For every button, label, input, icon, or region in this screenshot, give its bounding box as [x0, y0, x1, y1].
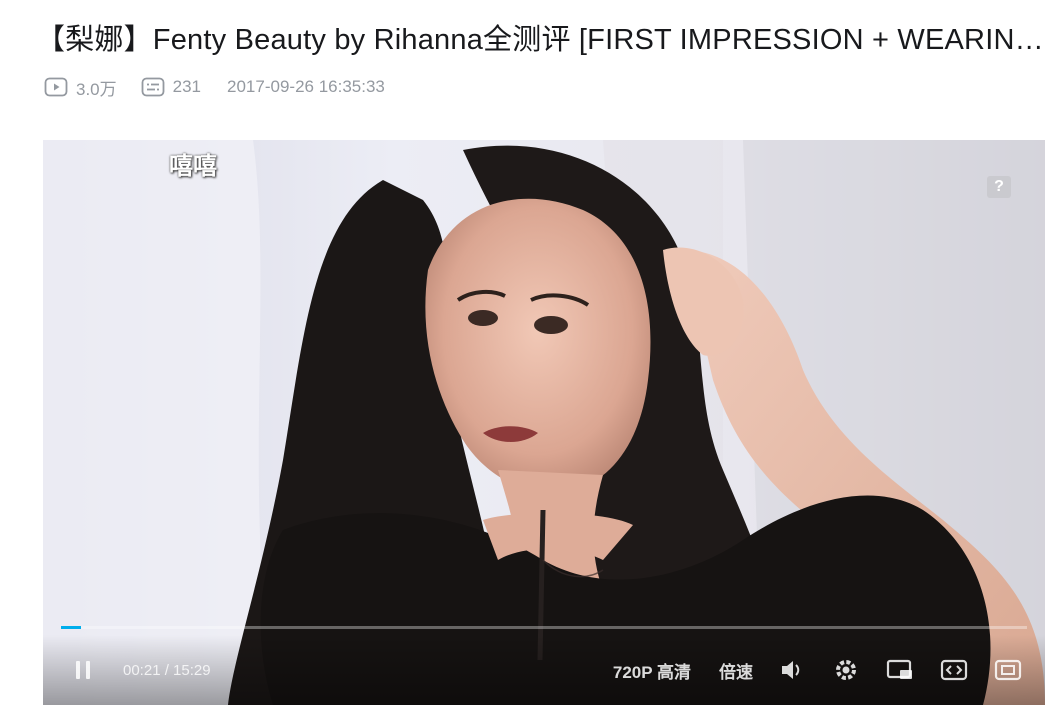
play-count-icon — [44, 77, 68, 97]
video-frame — [43, 140, 1045, 705]
pip-button[interactable] — [885, 655, 915, 685]
danmaku-bullet: 嘻嘻 — [169, 153, 217, 180]
settings-button[interactable] — [831, 655, 861, 685]
widescreen-icon — [940, 659, 968, 681]
danmaku-count: 231 — [141, 77, 201, 97]
fullscreen-icon — [994, 659, 1022, 681]
player-controls: 00:21 / 15:29 720P 高清 倍速 — [43, 635, 1045, 705]
speed-selector[interactable]: 倍速 — [719, 658, 753, 683]
gear-icon — [836, 660, 856, 680]
danmaku-count-value: 231 — [172, 77, 202, 96]
widescreen-button[interactable] — [939, 655, 969, 685]
video-title: 【梨娜】Fenty Beauty by Rihanna全测评 [FIRST IM… — [36, 24, 1044, 56]
publish-date: 2017-09-26 16:35:33 — [227, 77, 385, 96]
pause-button[interactable] — [65, 652, 101, 688]
fullscreen-button[interactable] — [993, 655, 1023, 685]
video-player[interactable]: 嘻嘻 ? 00:21 / 15:29 720P 高清 倍速 — [43, 140, 1045, 705]
view-count: 3.0万 — [44, 75, 117, 100]
progress-bar[interactable] — [61, 626, 1027, 629]
pause-icon — [76, 661, 90, 679]
view-count-value: 3.0万 — [76, 79, 117, 99]
danmaku-count-icon — [141, 77, 165, 97]
help-button[interactable]: ? — [987, 176, 1011, 198]
volume-button[interactable] — [777, 655, 807, 685]
time-display: 00:21 / 15:29 — [123, 661, 211, 679]
video-meta: 3.0万 231 2017-09-26 16:35:33 — [44, 72, 385, 102]
progress-fill — [61, 626, 82, 629]
volume-icon — [782, 661, 800, 679]
picture-in-picture-icon — [886, 659, 912, 679]
quality-selector[interactable]: 720P 高清 — [613, 658, 691, 683]
